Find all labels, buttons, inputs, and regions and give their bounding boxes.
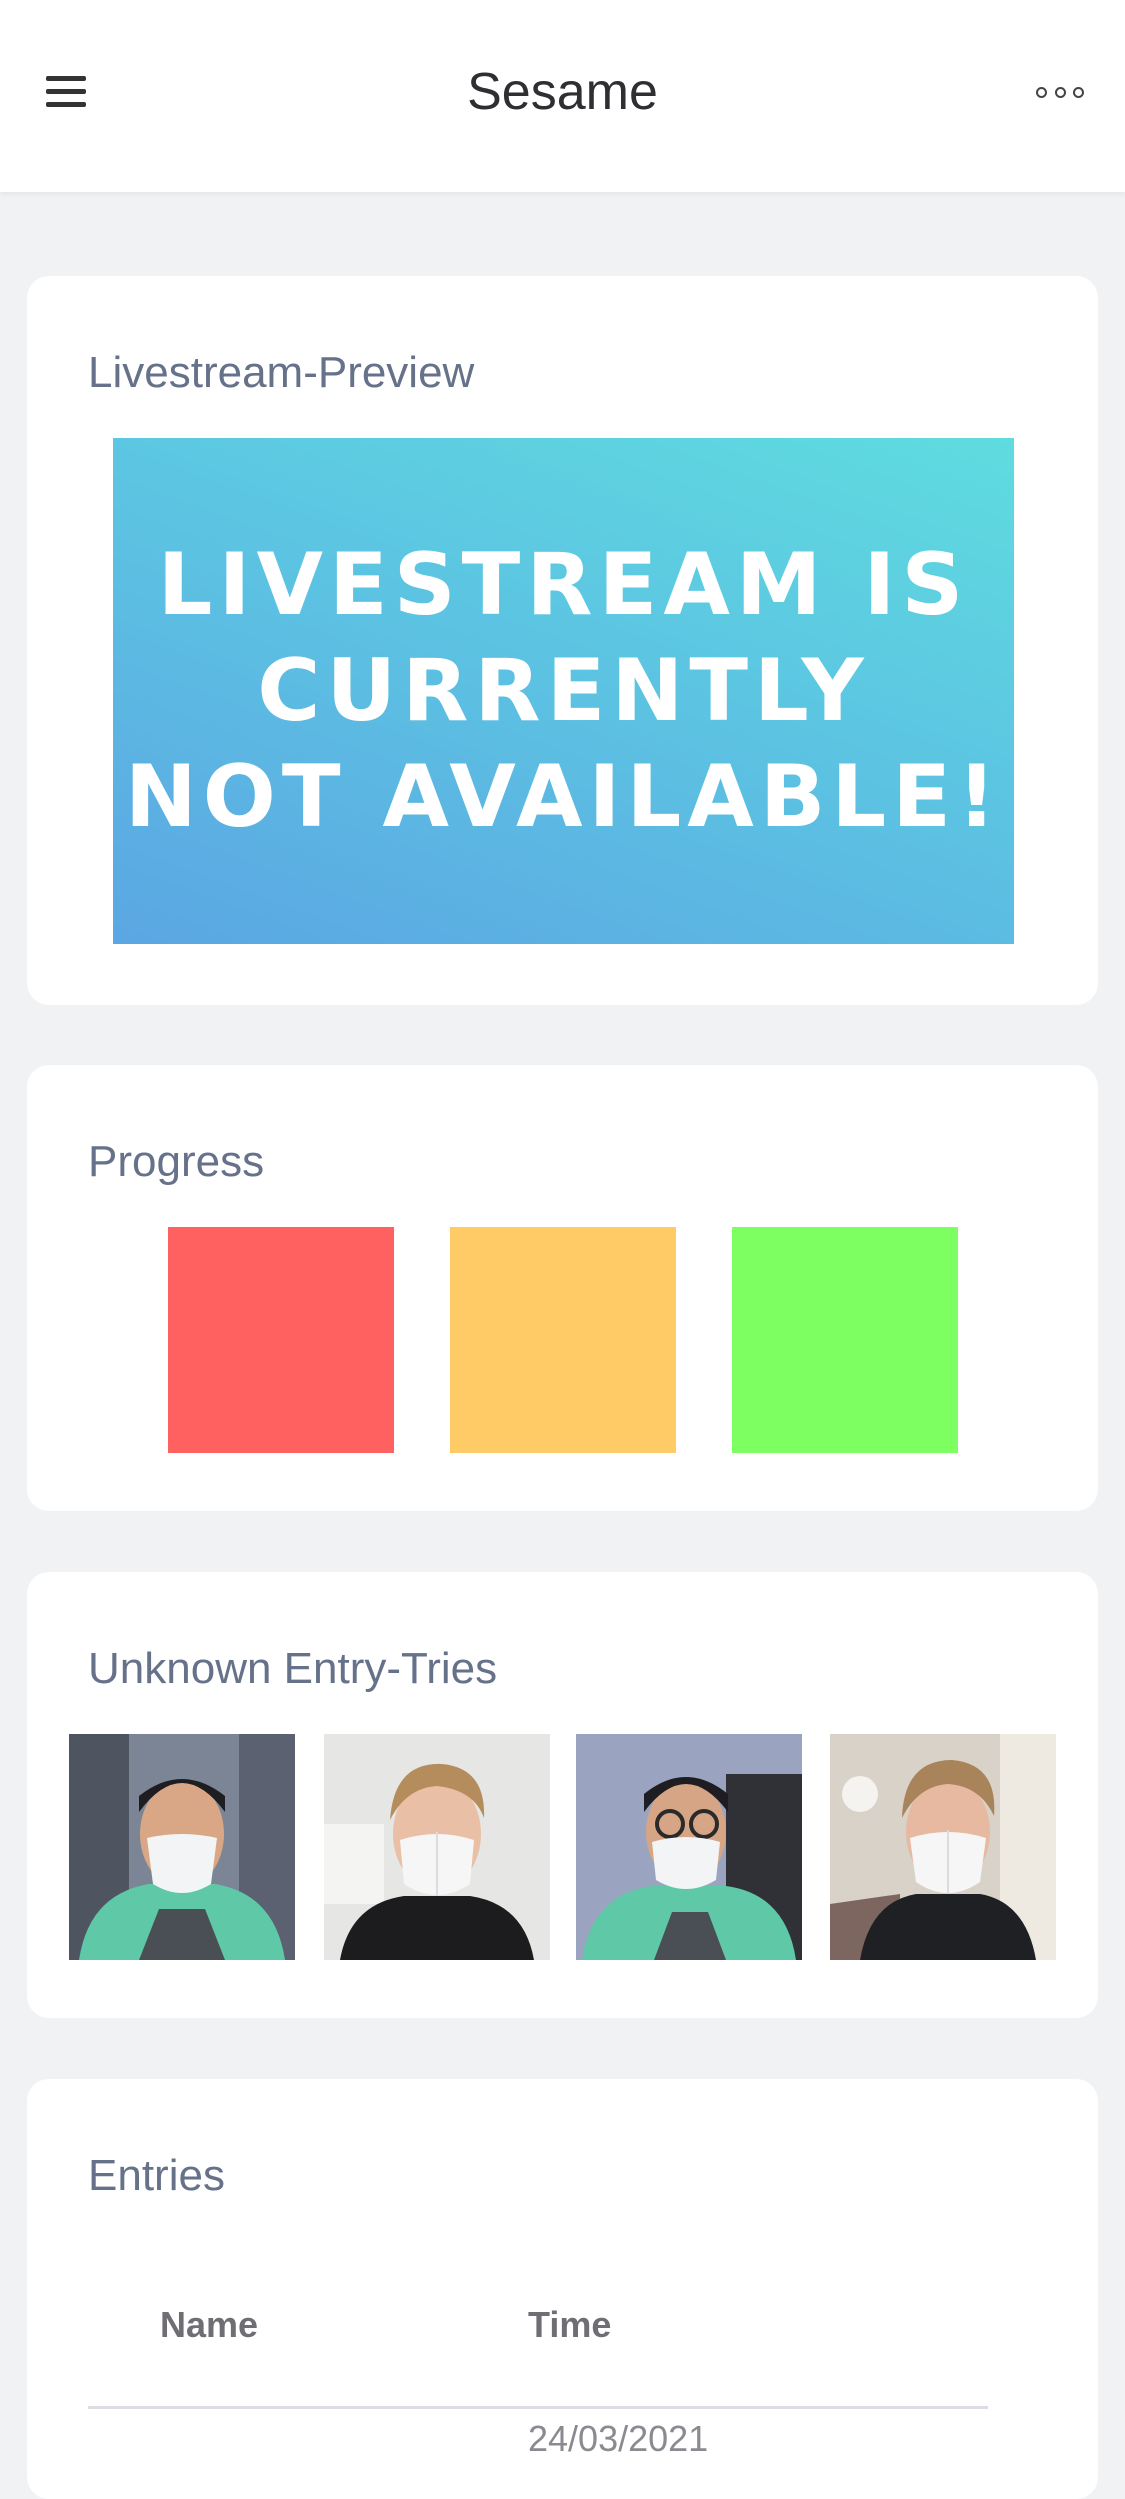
person-photo-icon (324, 1734, 550, 1960)
progress-step-yellow (450, 1227, 676, 1453)
progress-step-red (168, 1227, 394, 1453)
more-options-icon[interactable] (1036, 84, 1084, 100)
progress-step-green (732, 1227, 958, 1453)
entry-time-cell: 24/03/2021 (528, 2418, 709, 2459)
entries-title: Entries (88, 2151, 225, 2200)
unknown-entry-photo[interactable] (576, 1734, 802, 1960)
top-app-bar: Sesame (0, 0, 1125, 192)
person-photo-icon (576, 1734, 802, 1960)
progress-title: Progress (88, 1137, 265, 1186)
app-title: Sesame (467, 63, 658, 121)
unknown-entry-photo[interactable] (69, 1734, 295, 1960)
person-photo-icon (830, 1734, 1056, 1960)
unknown-entry-photo[interactable] (830, 1734, 1056, 1960)
livestream-preview-image[interactable]: LIVESTREAM IS CURRENTLY NOT AVAILABLE! (113, 438, 1014, 944)
unknown-entries-title: Unknown Entry-Tries (88, 1644, 498, 1693)
column-header-time[interactable]: Time (528, 2304, 611, 2346)
unknown-entry-photo[interactable] (324, 1734, 550, 1960)
person-photo-icon (69, 1734, 295, 1960)
column-header-name[interactable]: Name (160, 2304, 258, 2346)
livestream-title: Livestream-Preview (88, 348, 475, 397)
table-divider (88, 2406, 988, 2409)
livestream-unavailable-text: LIVESTREAM IS CURRENTLY NOT AVAILABLE! (124, 535, 1003, 847)
